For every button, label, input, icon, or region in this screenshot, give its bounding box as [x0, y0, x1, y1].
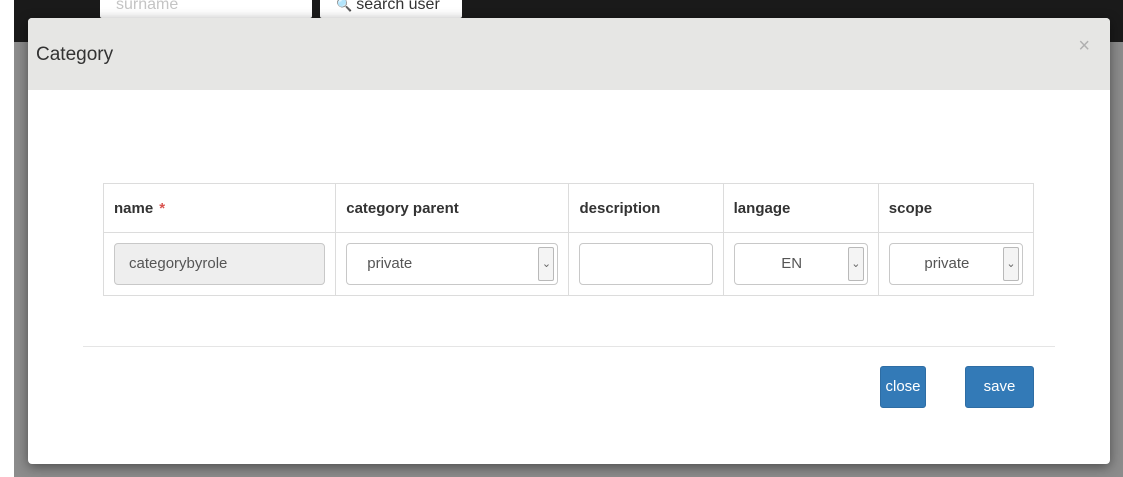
- table-row: categorybyrole private ⌄ EN ⌄ private ⌄: [102, 232, 1035, 296]
- langage-value: EN: [781, 255, 803, 272]
- surname-search-input[interactable]: surname: [100, 0, 312, 18]
- category-parent-value: private: [367, 255, 413, 272]
- chevron-down-icon: ⌄: [538, 247, 555, 281]
- description-cell: [568, 232, 724, 296]
- description-field[interactable]: [579, 243, 713, 285]
- surname-placeholder: surname: [116, 0, 179, 13]
- modal-title: Category: [36, 44, 114, 65]
- category-modal: Category × name * category parent descrip…: [28, 18, 1110, 464]
- scope-select[interactable]: private ⌄: [888, 243, 1023, 285]
- category-parent-select[interactable]: private ⌄: [346, 243, 559, 285]
- required-marker: *: [159, 199, 166, 217]
- category-form-table: name * category parent description langag…: [102, 183, 1035, 296]
- column-header-scope: scope: [877, 183, 1035, 233]
- name-field[interactable]: categorybyrole: [114, 243, 326, 285]
- modal-header: Category ×: [28, 18, 1110, 90]
- column-header-category-parent: category parent: [335, 183, 570, 233]
- close-button[interactable]: close: [880, 366, 926, 408]
- langage-cell: EN ⌄: [722, 232, 879, 296]
- scope-cell: private ⌄: [877, 232, 1035, 296]
- save-button[interactable]: save: [965, 366, 1034, 408]
- category-parent-cell: private ⌄: [335, 232, 570, 296]
- name-cell: categorybyrole: [102, 232, 337, 296]
- close-icon[interactable]: ×: [1078, 36, 1090, 56]
- langage-select[interactable]: EN ⌄: [733, 243, 868, 285]
- search-icon: 🔍: [336, 0, 353, 12]
- column-header-langage: langage: [722, 183, 879, 233]
- column-header-name: name *: [102, 183, 337, 233]
- search-user-label: search user: [356, 0, 440, 13]
- footer-divider: [83, 346, 1055, 347]
- search-user-button[interactable]: 🔍 search user: [320, 0, 462, 18]
- chevron-down-icon: ⌄: [1003, 247, 1019, 281]
- column-header-description: description: [568, 183, 724, 233]
- chevron-down-icon: ⌄: [847, 247, 864, 281]
- name-header-label: name: [114, 199, 154, 217]
- table-header-row: name * category parent description langag…: [102, 183, 1035, 233]
- scope-value: private: [924, 255, 970, 272]
